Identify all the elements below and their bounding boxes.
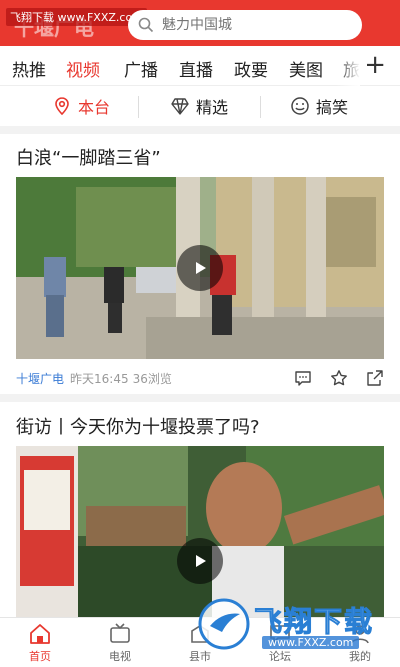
subtab-featured[interactable]: 精选 [170,94,228,118]
subtab-label: 精选 [196,98,229,117]
play-button[interactable] [177,245,223,291]
video-meta: 十堰广电 昨天16:45 36浏览 [16,370,172,387]
divider [260,96,261,118]
nav-tv[interactable]: 电视 [90,622,150,664]
tv-icon [110,623,130,643]
smile-icon [291,97,309,115]
watermark-bottom: 飞翔下载 www.FXXZ.com [196,592,396,654]
tab-fade [336,46,360,86]
star-icon[interactable] [330,369,348,387]
tab-photos[interactable]: 美图 [289,56,323,81]
comment-icon[interactable] [294,369,312,387]
divider [138,96,139,118]
nav-label: 首页 [29,650,51,663]
play-icon [196,555,206,567]
location-pin-icon [55,97,69,116]
video-actions [276,369,384,387]
tab-hot[interactable]: 热推 [12,56,46,81]
subtab-local[interactable]: 本台 [52,94,110,118]
channel-tabs: 热推 视频 广播 直播 政要 美图 旅 + [0,46,400,86]
video-title[interactable]: 街访丨今天你为十堰投票了吗? [16,413,260,439]
sub-tabs: 本台 精选 搞笑 [0,86,400,134]
video-title[interactable]: 白浪“一脚踏三省” [16,144,161,170]
nav-home[interactable]: 首页 [10,622,70,664]
watermark-text: 飞翔下载 [253,605,375,639]
play-icon [196,262,206,274]
tab-video[interactable]: 视频 [66,56,100,81]
tab-politics[interactable]: 政要 [234,56,268,81]
tab-live[interactable]: 直播 [179,56,213,81]
timestamp: 昨天16:45 [70,372,129,386]
watermark-top: 飞翔下载 www.FXXZ.com [6,8,147,26]
watermark-url: www.FXXZ.com [262,636,360,649]
card-separator [0,394,400,402]
share-icon[interactable] [366,369,384,387]
play-button[interactable] [177,538,223,584]
subtab-label: 搞笑 [316,98,349,117]
subtab-funny[interactable]: 搞笑 [290,94,348,118]
search-input[interactable] [162,17,352,33]
source-label[interactable]: 十堰广电 [16,370,64,387]
home-icon [30,624,50,644]
view-count: 36浏览 [132,372,172,386]
subtab-label: 本台 [78,98,111,117]
search-box[interactable] [128,10,362,40]
nav-label: 电视 [109,650,131,663]
diamond-icon [171,98,189,115]
top-bar: 十堰广电 飞翔下载 www.FXXZ.com [0,0,400,46]
video-thumbnail[interactable] [16,177,384,359]
tab-radio[interactable]: 广播 [124,56,158,81]
add-channel-button[interactable]: + [364,52,386,78]
search-icon [138,17,154,33]
watermark-logo-icon [198,598,250,650]
